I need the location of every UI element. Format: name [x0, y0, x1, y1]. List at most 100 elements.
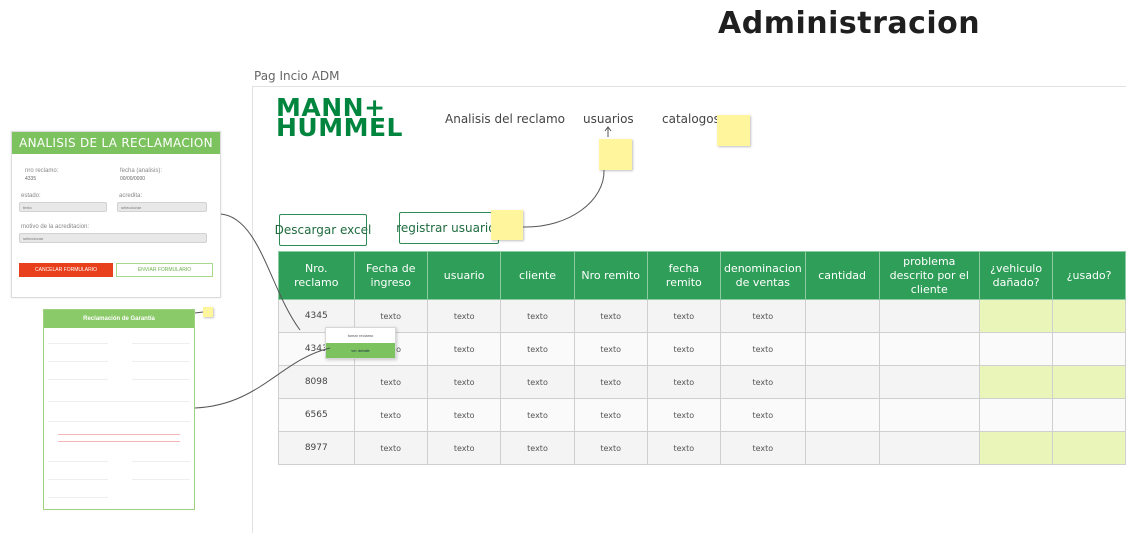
table-row[interactable]: 6565 texto texto texto texto texto texto: [278, 398, 1126, 432]
column-header: cliente: [500, 251, 575, 300]
cell: [878, 431, 981, 465]
column-header: fecha remito: [646, 251, 721, 300]
cell: texto: [500, 398, 575, 432]
acredita-label: acredita:: [119, 193, 143, 199]
column-header: Nro remito: [573, 251, 648, 300]
nav-catalogos[interactable]: catalogos: [662, 112, 720, 126]
nav-analisis-reclamo[interactable]: Analisis del reclamo: [445, 112, 565, 126]
form-field-line: [132, 468, 190, 480]
column-header: problema descrito por el cliente: [878, 251, 981, 300]
form-field-line: [132, 450, 190, 462]
column-header: denominacion de ventas: [719, 251, 806, 300]
mann-hummel-logo: MANN+ HUMMEL: [276, 95, 403, 142]
column-header: ¿usado?: [1052, 251, 1126, 300]
cell: texto: [646, 431, 721, 465]
cell: texto: [426, 332, 502, 366]
logo-line-2: HUMMEL: [276, 113, 403, 142]
menu-item-ver-detalle[interactable]: ver detalle: [326, 343, 395, 358]
table-header-row: Nro. reclamo Fecha de ingreso usuario cl…: [278, 251, 1126, 300]
form-field-line: [48, 388, 190, 402]
garantia-form-title: Reclamación de Garantía: [44, 310, 194, 328]
form-field-line: [48, 350, 108, 362]
form-field-line: [48, 468, 108, 480]
cell: texto: [646, 365, 721, 399]
estado-field[interactable]: texto: [19, 202, 107, 212]
cell: [878, 332, 981, 366]
column-header: Nro. reclamo: [278, 251, 355, 300]
cell: texto: [719, 431, 806, 465]
table-row[interactable]: 8098 texto texto texto texto texto texto: [278, 365, 1126, 399]
cell: texto: [426, 431, 502, 465]
cell-vehiculo-danado: [979, 431, 1054, 465]
cell: texto: [573, 398, 648, 432]
cell: [804, 365, 880, 399]
cell-usado: [1052, 365, 1126, 399]
column-header: Fecha de ingreso: [353, 251, 428, 300]
cell: texto: [719, 332, 806, 366]
form-field-line: [48, 450, 108, 462]
download-excel-button[interactable]: Descargar excel: [275, 214, 371, 246]
sticky-note-usuarios: [599, 139, 632, 170]
cell: texto: [646, 299, 721, 333]
cell: [804, 398, 880, 432]
fecha-analisis-value: 00/00/0000: [120, 176, 146, 182]
cancel-form-button[interactable]: CANCELAR FORMULARIO: [19, 263, 113, 277]
table-row[interactable]: 4343 texto texto texto texto texto texto: [278, 332, 1126, 366]
cell-vehiculo-danado: [979, 365, 1054, 399]
cell: texto: [573, 431, 648, 465]
cell-usado: [1052, 431, 1126, 465]
cell-usado: [1052, 299, 1126, 333]
cell: texto: [719, 365, 806, 399]
cell: texto: [646, 398, 721, 432]
fecha-analisis-label: fecha (analisis):: [120, 168, 163, 174]
row-context-menu: tomar reclamo ver detalle: [325, 327, 396, 359]
table-row[interactable]: 4345 texto texto texto texto texto texto: [278, 299, 1126, 333]
frame-label: Pag Incio ADM: [254, 69, 340, 83]
acredita-select[interactable]: seleccionar: [117, 202, 207, 212]
cell: texto: [719, 398, 806, 432]
motivo-select[interactable]: seleccionar: [19, 233, 207, 243]
cell-vehiculo-danado: [979, 332, 1054, 366]
cell: texto: [646, 332, 721, 366]
connector-garantia-sticky: [194, 311, 204, 314]
cell-nro-reclamo[interactable]: 8977: [278, 431, 355, 465]
sticky-note-catalogos: [717, 115, 750, 146]
cell: texto: [719, 299, 806, 333]
cell-vehiculo-danado: [979, 299, 1054, 333]
sticky-note-small: [203, 307, 213, 317]
cell: texto: [353, 365, 428, 399]
sticky-note-register: [491, 210, 523, 240]
cell: texto: [500, 431, 575, 465]
cell-usado: [1052, 332, 1126, 366]
cell: texto: [500, 332, 575, 366]
cell: texto: [573, 299, 648, 333]
cell: texto: [573, 332, 648, 366]
nav-usuarios[interactable]: usuarios: [583, 112, 634, 126]
cell: [878, 365, 981, 399]
send-form-button[interactable]: ENVIAR FORMULARIO: [116, 263, 213, 277]
analysis-panel: ANALISIS DE LA RECLAMACION nro reclamo: …: [11, 131, 221, 298]
garantia-form: Reclamación de Garantía: [43, 309, 195, 510]
form-warning-text: [58, 434, 180, 442]
cell: texto: [353, 398, 428, 432]
menu-item-tomar-reclamo[interactable]: tomar reclamo: [326, 328, 395, 343]
form-field-line: [48, 332, 108, 344]
motivo-label: motivo de la acreditacion:: [21, 224, 90, 230]
cell-nro-reclamo[interactable]: 8098: [278, 365, 355, 399]
form-field-line: [132, 368, 190, 380]
cell: [804, 332, 880, 366]
register-users-button[interactable]: registrar usuarios: [396, 212, 502, 244]
analysis-panel-title: ANALISIS DE LA RECLAMACION: [12, 132, 220, 154]
cell-nro-reclamo[interactable]: 6565: [278, 398, 355, 432]
cell: [804, 299, 880, 333]
form-field-line: [48, 368, 108, 380]
cell: texto: [426, 299, 502, 333]
column-header: usuario: [426, 251, 502, 300]
cell: texto: [573, 365, 648, 399]
form-field-line: [48, 408, 190, 422]
form-field-line: [132, 332, 190, 344]
nro-reclamo-value: 4335: [25, 176, 37, 182]
cell: [804, 431, 880, 465]
table-row[interactable]: 8977 texto texto texto texto texto texto: [278, 431, 1126, 465]
column-header: cantidad: [804, 251, 880, 300]
